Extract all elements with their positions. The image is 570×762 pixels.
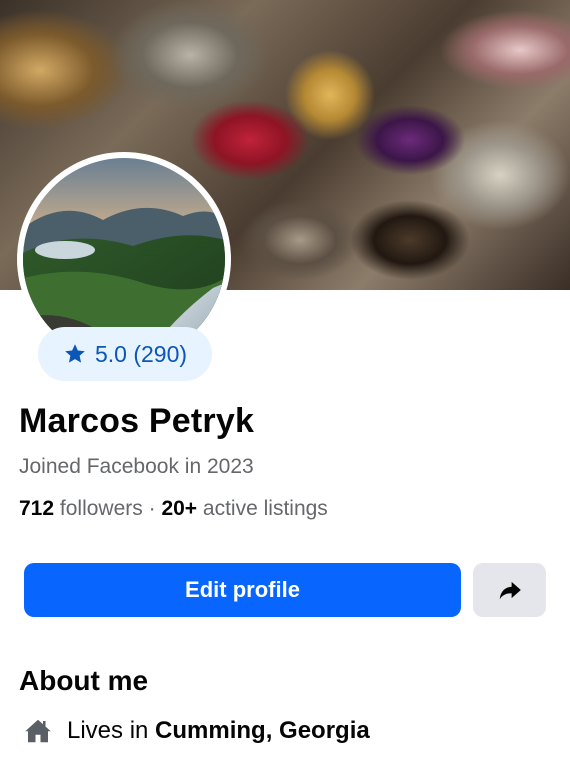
edit-profile-button[interactable]: Edit profile [24, 563, 461, 617]
share-arrow-icon [499, 581, 521, 600]
joined-date: Joined Facebook in 2023 [19, 455, 254, 478]
lives-in-label: Lives in [67, 717, 149, 744]
home-icon [25, 719, 51, 743]
rating-badge[interactable]: 5.0 (290) [38, 327, 212, 381]
about-heading: About me [19, 665, 149, 696]
listings-label[interactable]: active listings [203, 497, 328, 520]
stats-separator: · [148, 497, 156, 520]
followers-count[interactable]: 712 [19, 497, 54, 520]
share-button[interactable] [473, 563, 546, 617]
rating-value: 5.0 (290) [94, 340, 188, 367]
listings-count[interactable]: 20+ [161, 497, 197, 520]
profile-stats: 712 followers · 20+ active listings [19, 497, 328, 521]
star-icon [65, 344, 85, 363]
profile-name: Marcos Petryk [19, 402, 255, 440]
followers-label[interactable]: followers [60, 497, 143, 520]
lives-in-row: Lives in Cumming, Georgia [23, 716, 370, 746]
location-link[interactable]: Cumming, Georgia [155, 717, 370, 744]
